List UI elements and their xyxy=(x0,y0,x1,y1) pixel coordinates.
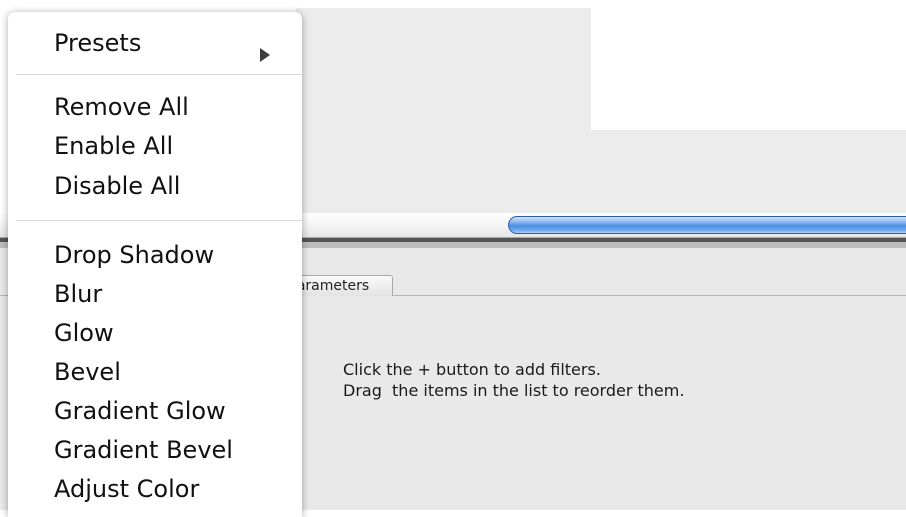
menu-item-disable-all[interactable]: Disable All xyxy=(54,171,180,201)
menu-separator xyxy=(16,74,302,75)
menu-item-remove-all[interactable]: Remove All xyxy=(54,92,189,122)
filters-hint: Click the + button to add filters. Drag … xyxy=(343,359,684,401)
hint-line-2: Drag the items in the list to reorder th… xyxy=(343,381,685,400)
menu-item-gradient-glow[interactable]: Gradient Glow xyxy=(54,396,226,426)
hint-line-1: Click the + button to add filters. xyxy=(343,360,601,379)
menu-item-gradient-bevel[interactable]: Gradient Bevel xyxy=(54,435,233,465)
filters-context-menu: Presets Remove All Enable All Disable Al… xyxy=(8,12,302,517)
menu-item-adjust-color[interactable]: Adjust Color xyxy=(54,474,199,504)
progress-bar xyxy=(508,216,906,234)
menu-separator xyxy=(16,220,302,221)
submenu-arrow-icon xyxy=(260,48,270,62)
menu-item-glow[interactable]: Glow xyxy=(54,318,114,348)
menu-item-bevel[interactable]: Bevel xyxy=(54,357,121,387)
stage-background-right xyxy=(296,130,906,215)
menu-item-enable-all[interactable]: Enable All xyxy=(54,131,173,161)
tab-parameters-label: Parameters xyxy=(296,278,370,294)
menu-item-presets[interactable]: Presets xyxy=(54,28,141,58)
menu-item-drop-shadow[interactable]: Drop Shadow xyxy=(54,240,214,270)
tab-parameters[interactable]: Parameters xyxy=(296,275,393,296)
menu-item-blur[interactable]: Blur xyxy=(54,279,102,309)
